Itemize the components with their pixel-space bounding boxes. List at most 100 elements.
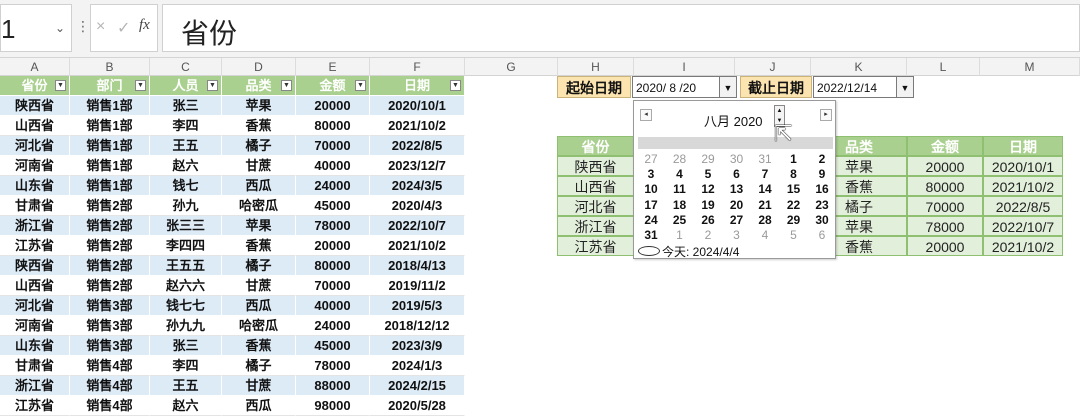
table-cell[interactable]: 销售4部 [70,376,150,396]
calendar-day[interactable]: 11 [667,182,693,197]
table-cell[interactable]: 40000 [296,156,370,176]
table-cell[interactable]: 销售2部 [70,196,150,216]
table-cell[interactable]: 24000 [296,176,370,196]
table-cell[interactable]: 钱七七 [150,296,222,316]
table-cell[interactable]: 哈密瓜 [222,196,296,216]
table-cell[interactable]: 陕西省 [0,256,70,276]
table-cell[interactable]: 2023/3/9 [370,336,465,356]
calendar-day[interactable]: 16 [809,182,835,197]
column-header-b[interactable]: B [70,58,150,76]
calendar-day[interactable]: 25 [667,213,693,228]
table-cell[interactable]: 2021/10/2 [370,116,465,136]
column-header-h[interactable]: H [558,58,634,76]
table-cell[interactable]: 西瓜 [222,396,296,416]
calendar-day[interactable]: 3 [724,228,750,243]
result-cell[interactable]: 78000 [907,216,983,236]
calendar-day[interactable]: 21 [752,198,778,213]
calendar-day[interactable]: 6 [809,228,835,243]
result-cell[interactable]: 2022/8/5 [983,196,1063,216]
result-cell[interactable]: 2021/10/2 [983,176,1063,196]
table-cell[interactable]: 甘蔗 [222,376,296,396]
enter-icon[interactable]: ✓ [117,18,130,38]
table-cell[interactable]: 陕西省 [0,96,70,116]
result-cell[interactable]: 2021/10/2 [983,236,1063,256]
result-cell[interactable]: 江苏省 [557,236,634,256]
table-cell[interactable]: 24000 [296,316,370,336]
result-cell[interactable]: 2020/10/1 [983,156,1063,176]
table-cell[interactable]: 甘蔗 [222,276,296,296]
table-cell[interactable]: 2024/3/5 [370,176,465,196]
calendar-day[interactable]: 4 [752,228,778,243]
table-cell[interactable]: 甘肃省 [0,196,70,216]
table-cell[interactable]: 2018/4/13 [370,256,465,276]
table-cell[interactable]: 2024/1/3 [370,356,465,376]
table-cell[interactable]: 赵六六 [150,276,222,296]
calendar-day[interactable]: 18 [667,198,693,213]
calendar-day[interactable]: 31 [638,228,664,243]
cancel-icon[interactable]: × [96,18,105,36]
table-cell[interactable]: 山东省 [0,176,70,196]
calendar-day[interactable]: 24 [638,213,664,228]
table-cell[interactable]: 20000 [296,236,370,256]
spin-up-icon[interactable]: ▲ [775,106,784,116]
calendar-day[interactable]: 13 [724,182,750,197]
table-cell[interactable]: 2020/4/3 [370,196,465,216]
table-cell[interactable]: 山西省 [0,116,70,136]
column-header-k[interactable]: K [811,58,907,76]
table-cell[interactable]: 销售4部 [70,396,150,416]
table-cell[interactable]: 河北省 [0,296,70,316]
table-cell[interactable]: 78000 [296,216,370,236]
end-date-input[interactable]: 2022/12/14 [813,76,897,98]
table-cell[interactable]: 销售1部 [70,96,150,116]
calendar-day[interactable]: 6 [724,167,750,182]
table-cell[interactable]: 销售1部 [70,136,150,156]
calendar-day[interactable]: 17 [638,198,664,213]
table-cell[interactable]: 李四四 [150,236,222,256]
table-cell[interactable]: 河北省 [0,136,70,156]
calendar-day[interactable]: 15 [781,182,807,197]
result-cell[interactable]: 陕西省 [557,156,634,176]
table-cell[interactable]: 甘蔗 [222,156,296,176]
calendar-day[interactable]: 1 [781,152,807,167]
table-cell[interactable]: 浙江省 [0,216,70,236]
prev-month-icon[interactable]: ◂ [640,109,652,121]
table-cell[interactable]: 2019/11/2 [370,276,465,296]
calendar-day[interactable]: 28 [752,213,778,228]
table-cell[interactable]: 2020/10/1 [370,96,465,116]
column-header-a[interactable]: A [0,58,70,76]
table-cell[interactable]: 70000 [296,136,370,156]
table-cell[interactable]: 钱七 [150,176,222,196]
table-cell[interactable]: 张三 [150,96,222,116]
table-cell[interactable]: 2022/10/7 [370,216,465,236]
next-month-icon[interactable]: ▸ [820,109,832,121]
table-cell[interactable]: 98000 [296,396,370,416]
calendar-day[interactable]: 28 [667,152,693,167]
calendar-day[interactable]: 31 [752,152,778,167]
table-cell[interactable]: 2019/5/3 [370,296,465,316]
column-header-f[interactable]: F [370,58,465,76]
table-cell[interactable]: 78000 [296,356,370,376]
table-cell[interactable]: 销售4部 [70,356,150,376]
column-header-j[interactable]: J [735,58,811,76]
table-cell[interactable]: 王五五 [150,256,222,276]
calendar-day[interactable]: 1 [667,228,693,243]
filter-dropdown-icon[interactable]: ▼ [55,80,66,91]
table-cell[interactable]: 香蕉 [222,116,296,136]
result-cell[interactable]: 河北省 [557,196,634,216]
column-header-g[interactable]: G [465,58,558,76]
calendar-day[interactable]: 8 [781,167,807,182]
table-cell[interactable]: 销售1部 [70,116,150,136]
result-cell[interactable]: 20000 [907,156,983,176]
column-header-m[interactable]: M [980,58,1080,76]
result-cell[interactable]: 80000 [907,176,983,196]
calendar-day[interactable]: 2 [695,228,721,243]
table-cell[interactable]: 销售3部 [70,336,150,356]
table-cell[interactable]: 山东省 [0,336,70,356]
calendar-day[interactable]: 29 [781,213,807,228]
table-cell[interactable]: 橘子 [222,356,296,376]
table-cell[interactable]: 橘子 [222,256,296,276]
calendar-day[interactable]: 30 [809,213,835,228]
calendar-day[interactable]: 27 [638,152,664,167]
table-cell[interactable]: 销售1部 [70,176,150,196]
calendar-day[interactable]: 19 [695,198,721,213]
